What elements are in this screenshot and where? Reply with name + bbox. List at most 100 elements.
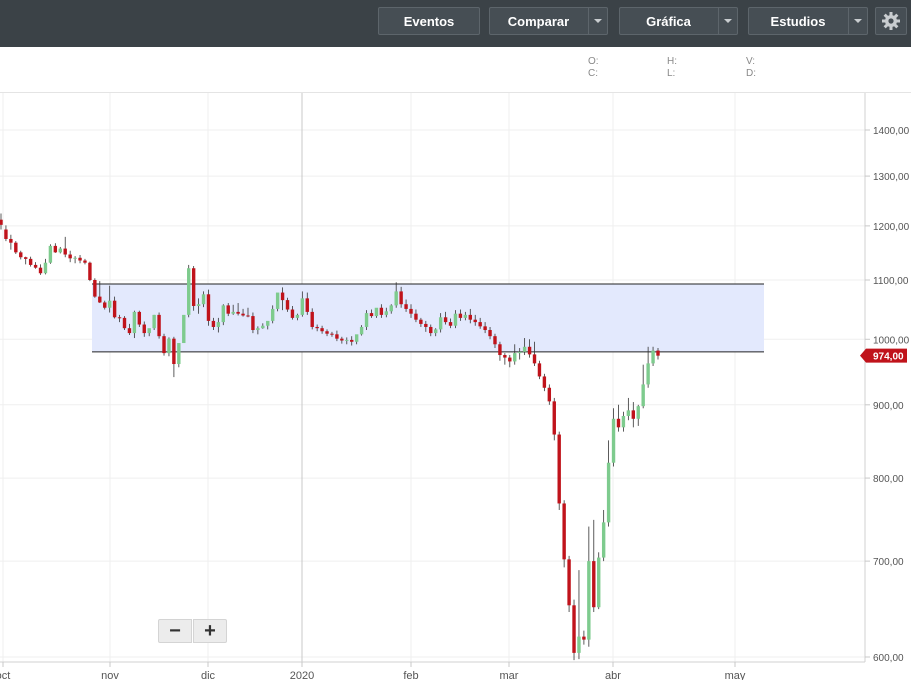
candle-body xyxy=(389,305,393,312)
candle-body xyxy=(122,317,127,329)
candle-body xyxy=(98,296,102,303)
candle-body xyxy=(9,238,13,243)
candle xyxy=(621,411,626,432)
y-tick-label: 1300,00 xyxy=(873,172,910,183)
candle xyxy=(167,337,171,357)
candle xyxy=(14,241,18,254)
candle xyxy=(567,555,571,613)
x-gridlines xyxy=(2,93,736,662)
candle-body xyxy=(517,351,522,354)
candle-body xyxy=(14,242,18,253)
candle xyxy=(83,258,87,265)
candle xyxy=(221,304,225,326)
candle xyxy=(626,397,631,421)
x-tick-label: 2020 xyxy=(290,670,314,680)
candle-body xyxy=(137,311,142,325)
candle-body xyxy=(23,257,28,259)
candle xyxy=(172,336,176,378)
candle-body xyxy=(191,268,196,306)
candle-body xyxy=(434,329,438,334)
candle-body xyxy=(443,317,448,323)
candle xyxy=(137,310,142,327)
candle xyxy=(537,360,542,380)
candle-body xyxy=(112,300,117,318)
candle-body xyxy=(280,292,285,301)
candle-body xyxy=(552,401,556,435)
candle-body xyxy=(626,410,631,416)
candle-body xyxy=(527,346,532,355)
candle xyxy=(93,278,97,298)
candle-body xyxy=(43,262,48,274)
candle-body xyxy=(305,298,309,312)
candle xyxy=(187,264,191,318)
candle-body xyxy=(651,350,655,364)
candle-body xyxy=(478,322,482,327)
candle-body xyxy=(73,257,77,259)
y-tick-label: 1100,00 xyxy=(873,276,909,287)
candle xyxy=(19,250,23,260)
candle-body xyxy=(631,410,636,419)
candle-body xyxy=(300,298,305,315)
candle-body xyxy=(201,294,206,305)
y-tick-label: 1000,00 xyxy=(873,335,910,346)
candlestick-chart[interactable]: 1400,00 1300,00 1200,00 1100,00 1000,00 900,0… xyxy=(0,0,911,680)
candle-body xyxy=(404,304,408,309)
candle-body xyxy=(414,313,418,320)
candle-body xyxy=(616,418,621,428)
zoom-out-button[interactable]: − xyxy=(158,619,192,643)
candle-body xyxy=(285,300,290,310)
candle-body xyxy=(78,257,82,261)
candle-body xyxy=(611,418,616,463)
candle-body xyxy=(429,326,433,334)
candle xyxy=(63,236,67,258)
candle-body xyxy=(458,313,463,318)
candle-body xyxy=(379,307,384,315)
candle xyxy=(182,314,186,344)
candle xyxy=(542,373,547,392)
candle-body xyxy=(196,304,201,306)
candle-body xyxy=(409,308,413,314)
zoom-in-button[interactable]: + xyxy=(193,619,227,643)
candle-body xyxy=(221,305,225,323)
candle-body xyxy=(636,406,640,419)
candle-body xyxy=(88,262,92,280)
candle-body xyxy=(483,326,487,331)
candle-body xyxy=(117,317,122,319)
candle xyxy=(73,256,77,264)
candle-body xyxy=(315,326,319,329)
candle-body xyxy=(335,334,339,339)
x-tick-label: oct xyxy=(0,670,10,680)
x-tick-label: dic xyxy=(201,670,216,680)
y-tick-label: 1200,00 xyxy=(873,222,910,233)
candle-body xyxy=(211,320,216,327)
candle-body xyxy=(601,522,606,558)
candle-body xyxy=(172,338,176,365)
candle-body xyxy=(453,313,458,326)
candle-body xyxy=(493,336,497,345)
candle xyxy=(23,256,28,265)
x-tick-label: nov xyxy=(101,670,119,680)
candle-body xyxy=(256,328,260,331)
candle-body xyxy=(68,254,72,259)
candle-body xyxy=(508,357,512,362)
candle xyxy=(631,402,636,428)
candle xyxy=(78,255,82,264)
candle-body xyxy=(157,314,161,337)
plus-icon: + xyxy=(204,619,216,642)
x-tick-label: mar xyxy=(500,670,519,680)
candle-body xyxy=(167,338,171,354)
candle xyxy=(0,213,3,230)
candle-body xyxy=(468,314,472,320)
candle-body xyxy=(261,325,265,329)
candle-body xyxy=(424,323,428,327)
candle-body xyxy=(187,268,191,315)
candle xyxy=(577,570,581,660)
y-tick-label: 1400,00 xyxy=(873,126,910,137)
candle-body xyxy=(513,353,517,362)
candle-body xyxy=(246,315,250,317)
candle-body xyxy=(582,636,586,640)
candle-body xyxy=(147,328,151,334)
candle-body xyxy=(107,300,112,308)
candle xyxy=(498,341,502,361)
candle-body xyxy=(621,415,626,428)
